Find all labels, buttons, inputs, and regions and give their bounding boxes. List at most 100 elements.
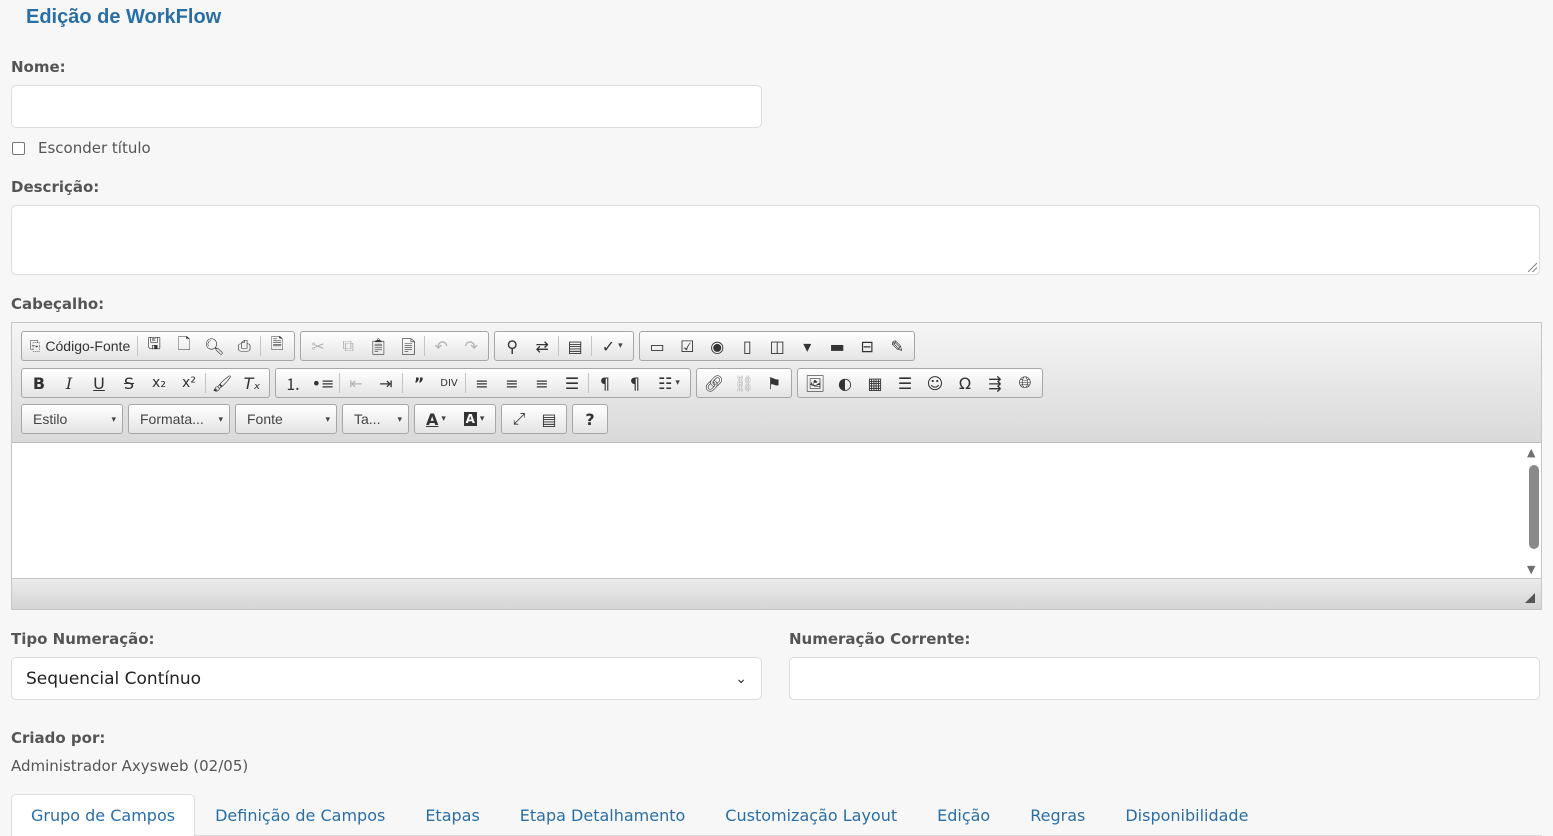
chevron-down-icon: ▾	[325, 413, 330, 424]
underline-icon[interactable]: U	[84, 369, 114, 397]
textarea-icon[interactable]: ◫	[762, 332, 792, 360]
tipo-numeracao-select[interactable]: Sequencial Contínuo ⌄	[11, 657, 762, 700]
unlink-icon[interactable]: ⛓	[729, 369, 759, 397]
paste-text-icon[interactable]: 📄︎	[393, 332, 423, 360]
tab-etapas[interactable]: Etapas	[405, 794, 499, 836]
undo-icon[interactable]: ↶	[426, 332, 456, 360]
italic-icon[interactable]: I	[54, 369, 84, 397]
size-combo-label: Ta...	[354, 411, 381, 427]
tab-customizacao-layout[interactable]: Customização Layout	[705, 794, 917, 836]
tipo-numeracao-label: Tipo Numeração:	[11, 630, 155, 648]
ltr-icon[interactable]: ¶	[590, 369, 620, 397]
copy-icon[interactable]: ⧉	[333, 332, 363, 360]
text-color-icon[interactable]: A ▾	[417, 405, 455, 433]
source-code-button[interactable]: ⎘ Código-Fonte	[24, 332, 136, 360]
iframe-icon[interactable]: 🌐︎	[1010, 369, 1040, 397]
textfield-icon[interactable]: ▯	[732, 332, 762, 360]
cut-icon[interactable]: ✂	[303, 332, 333, 360]
redo-icon[interactable]: ↷	[456, 332, 486, 360]
align-left-icon[interactable]: ≡	[467, 369, 497, 397]
smiley-icon[interactable]: ☺	[920, 369, 950, 397]
rich-text-editor: ⎘ Código-Fonte 🖫 🗋 🔍︎ ⎙ 🗎 ✂ ⧉ 📋︎ 📄︎ ↶ ↷	[11, 322, 1542, 610]
page-break-icon[interactable]: ⇶	[980, 369, 1010, 397]
tab-disponibilidade[interactable]: Disponibilidade	[1105, 794, 1268, 836]
scroll-thumb[interactable]	[1529, 465, 1539, 549]
tab-definicao-de-campos[interactable]: Definição de Campos	[195, 794, 405, 836]
blockquote-icon[interactable]: ”	[404, 369, 434, 397]
image-icon[interactable]: 🖼︎	[800, 369, 830, 397]
resize-grip-icon[interactable]	[1528, 263, 1537, 272]
form-icon[interactable]: ▭	[642, 332, 672, 360]
select-all-icon[interactable]: ▤	[560, 332, 590, 360]
strike-icon[interactable]: S	[114, 369, 144, 397]
tab-etapa-detalhamento[interactable]: Etapa Detalhamento	[500, 794, 706, 836]
tab-edicao[interactable]: Edição	[917, 794, 1010, 836]
editor-scrollbar[interactable]: ▲ ▼	[1525, 443, 1541, 579]
superscript-icon[interactable]: x²	[174, 369, 204, 397]
help-icon[interactable]: ?	[575, 405, 605, 433]
print-icon[interactable]: ⎙	[229, 332, 259, 360]
templates-icon[interactable]: 🗎	[262, 332, 292, 360]
font-combo[interactable]: Fonte ▾	[235, 404, 337, 434]
editor-resize-icon[interactable]	[1525, 593, 1535, 603]
style-combo[interactable]: Estilo ▾	[21, 404, 123, 434]
scroll-up-icon[interactable]: ▲	[1527, 446, 1535, 459]
show-blocks-icon[interactable]: ▤	[534, 405, 564, 433]
copy-formatting-icon[interactable]: 🖌︎	[207, 369, 237, 397]
source-code-label: Código-Fonte	[45, 338, 131, 354]
editor-toolbar: ⎘ Código-Fonte 🖫 🗋 🔍︎ ⎙ 🗎 ✂ ⧉ 📋︎ 📄︎ ↶ ↷	[12, 323, 1541, 443]
scroll-down-icon[interactable]: ▼	[1527, 563, 1535, 576]
chevron-down-icon: ▾	[111, 413, 116, 424]
tab-grupo-de-campos[interactable]: Grupo de Campos	[11, 794, 196, 836]
button-field-icon[interactable]: ▬	[822, 332, 852, 360]
toolbar-group-paragraph: ⒈ •≡ ⇤ ⇥ ” DIV ≡ ≡ ≡ ☰ ¶ ¶ ☷ ▾	[275, 368, 691, 398]
toolbar-group-clipboard: ✂ ⧉ 📋︎ 📄︎ ↶ ↷	[300, 331, 490, 361]
save-icon[interactable]: 🖫	[139, 332, 169, 360]
align-center-icon[interactable]: ≡	[497, 369, 527, 397]
tipo-numeracao-value: Sequencial Contínuo	[26, 668, 202, 689]
numeracao-corrente-input[interactable]	[789, 657, 1540, 700]
bold-icon[interactable]: B	[24, 369, 54, 397]
bulleted-list-icon[interactable]: •≡	[308, 369, 338, 397]
paste-icon[interactable]: 📋︎	[363, 332, 393, 360]
special-char-icon[interactable]: Ω	[950, 369, 980, 397]
preview-icon[interactable]: 🔍︎	[199, 332, 229, 360]
format-combo[interactable]: Formata... ▾	[128, 404, 230, 434]
tab-regras[interactable]: Regras	[1010, 794, 1105, 836]
link-icon[interactable]: 🔗︎	[699, 369, 729, 397]
new-page-icon[interactable]: 🗋	[169, 332, 199, 360]
image-button-icon[interactable]: ⊟	[852, 332, 882, 360]
horizontal-rule-icon[interactable]: ☰	[890, 369, 920, 397]
language-icon[interactable]: ☷ ▾	[650, 369, 688, 397]
checkbox-icon[interactable]: ☑	[672, 332, 702, 360]
flash-icon[interactable]: ◐	[830, 369, 860, 397]
select-field-icon[interactable]: ▾	[792, 332, 822, 360]
replace-icon[interactable]: ⇄	[527, 332, 557, 360]
radio-icon[interactable]: ◉	[702, 332, 732, 360]
creatediv-icon[interactable]: DIV	[434, 369, 464, 397]
editor-content-area[interactable]: ▲ ▼	[12, 443, 1541, 579]
hide-title-row[interactable]: Esconder título	[12, 139, 151, 157]
maximize-icon[interactable]: ⤢	[504, 405, 534, 433]
hide-title-checkbox[interactable]	[12, 141, 25, 155]
descricao-textarea[interactable]	[11, 205, 1540, 275]
subscript-icon[interactable]: x₂	[144, 369, 174, 397]
toolbar-group-links: 🔗︎ ⛓ ⚑	[696, 368, 792, 398]
spellcheck-icon[interactable]: ✓ ▾	[593, 332, 631, 360]
hide-title-label[interactable]: Esconder título	[38, 139, 151, 157]
nome-input[interactable]	[11, 85, 762, 128]
find-icon[interactable]: ⚲	[497, 332, 527, 360]
toolbar-group-insert: 🖼︎ ◐ ▦ ☰ ☺ Ω ⇶ 🌐︎	[797, 368, 1043, 398]
remove-format-icon[interactable]: Tₓ	[237, 369, 267, 397]
align-right-icon[interactable]: ≡	[527, 369, 557, 397]
indent-icon[interactable]: ⇥	[371, 369, 401, 397]
size-combo[interactable]: Ta... ▾	[342, 404, 409, 434]
table-icon[interactable]: ▦	[860, 369, 890, 397]
rtl-icon[interactable]: ¶	[620, 369, 650, 397]
outdent-icon[interactable]: ⇤	[341, 369, 371, 397]
numbered-list-icon[interactable]: ⒈	[278, 369, 308, 397]
hidden-field-icon[interactable]: ✎	[882, 332, 912, 360]
justify-icon[interactable]: ☰	[557, 369, 587, 397]
bg-color-icon[interactable]: A ▾	[455, 405, 493, 433]
anchor-icon[interactable]: ⚑	[759, 369, 789, 397]
